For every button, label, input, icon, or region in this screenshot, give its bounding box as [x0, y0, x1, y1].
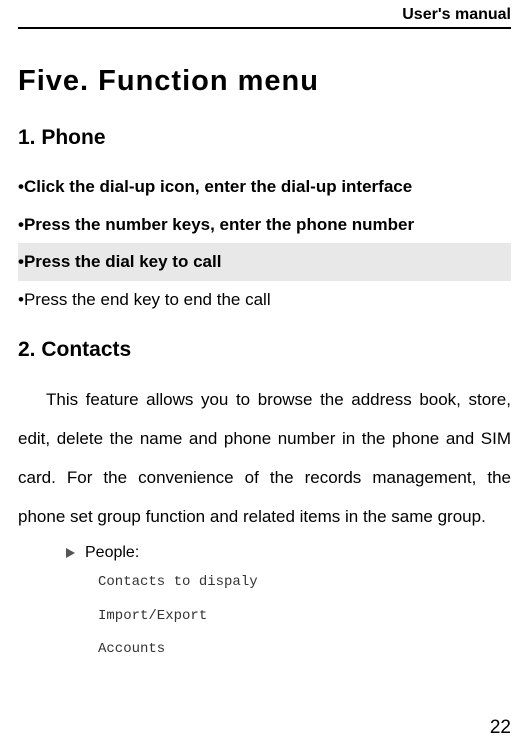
page-header: User's manual — [18, 0, 511, 29]
header-title: User's manual — [402, 6, 511, 23]
page-number: 22 — [490, 717, 511, 739]
arrow-right-icon — [66, 548, 75, 558]
bullet-item-highlighted: •Press the dial key to call — [18, 243, 511, 281]
main-heading: Five. Function menu — [18, 65, 511, 98]
people-sub-item: Import/Export — [98, 600, 511, 634]
people-label: People: — [85, 544, 139, 561]
bullet-item: •Press the number keys, enter the phone … — [18, 206, 511, 244]
contacts-heading: 2. Contacts — [18, 338, 511, 362]
people-sub-item: Accounts — [98, 633, 511, 667]
bullet-item: •Press the end key to end the call — [18, 281, 511, 319]
phone-bullets: •Click the dial-up icon, enter the dial-… — [18, 168, 511, 318]
contacts-paragraph: This feature allows you to browse the ad… — [18, 380, 511, 536]
people-arrow-item: People: — [66, 540, 511, 566]
phone-heading: 1. Phone — [18, 126, 511, 150]
people-sub-item: Contacts to dispaly — [98, 566, 511, 600]
bullet-item: •Click the dial-up icon, enter the dial-… — [18, 168, 511, 206]
